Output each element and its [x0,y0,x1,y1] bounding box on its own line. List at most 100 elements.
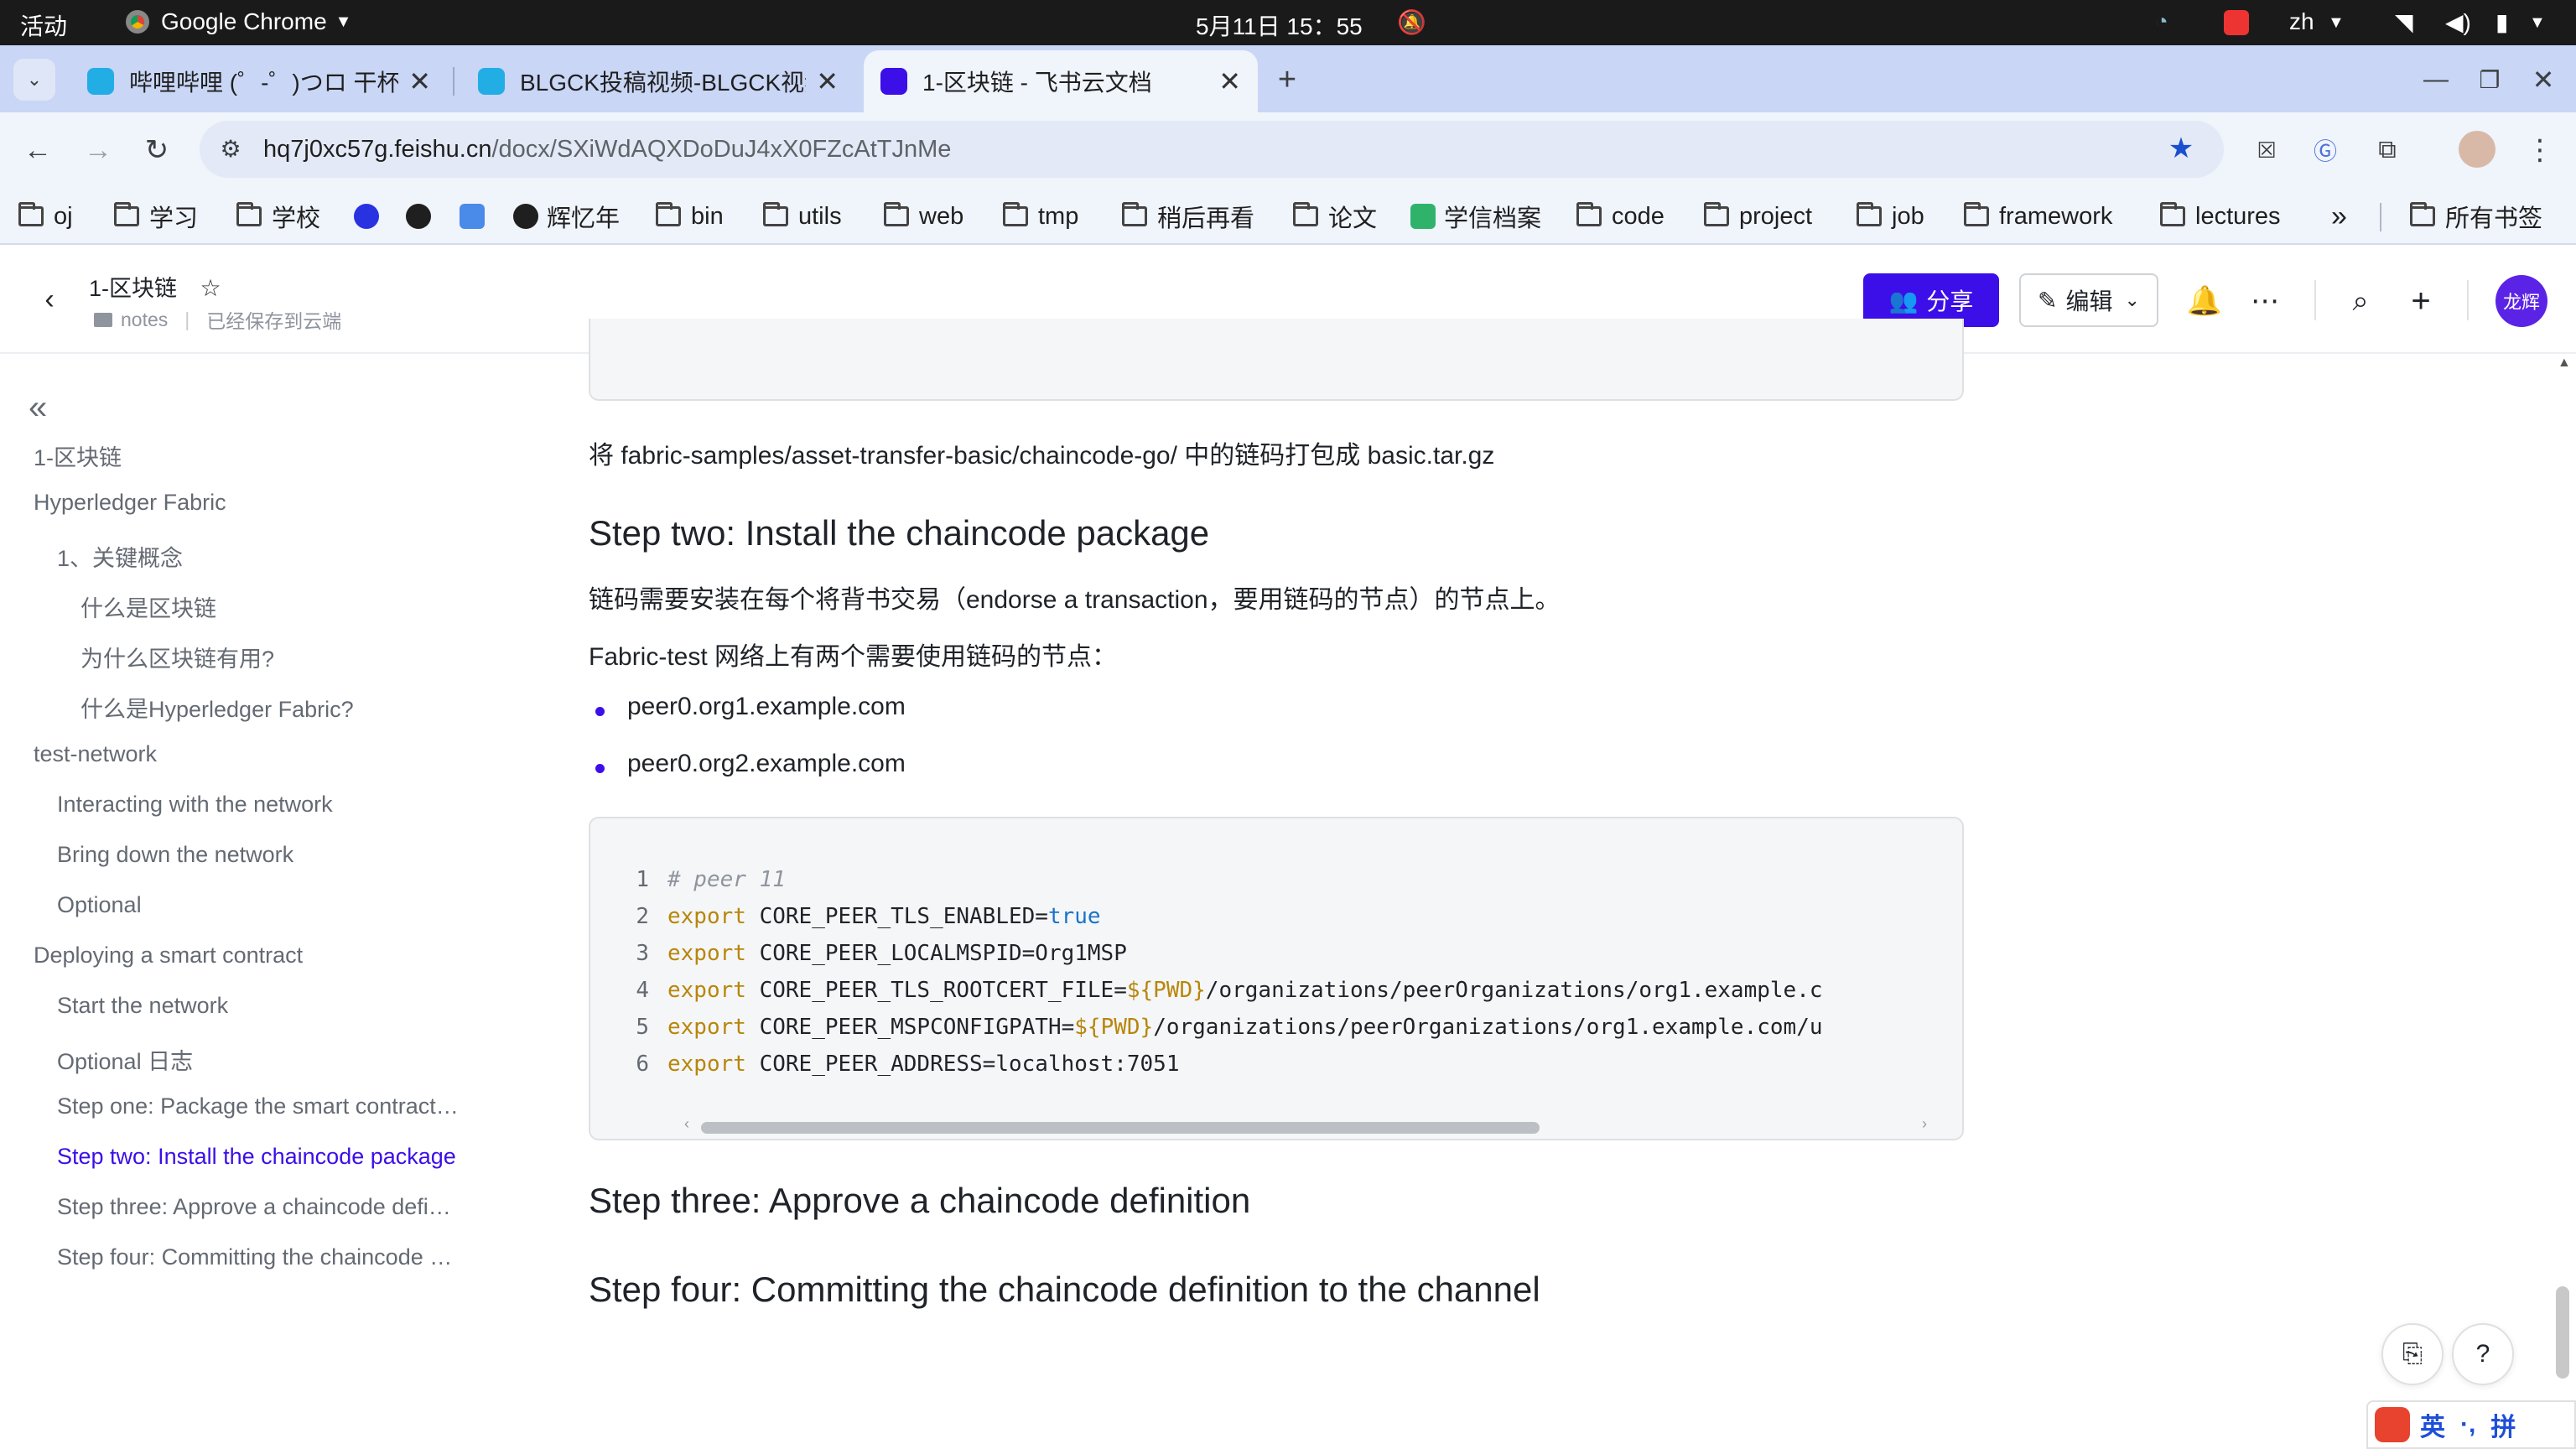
ime-lang[interactable]: 英 [2420,1406,2445,1443]
back-icon[interactable]: ← [18,131,57,169]
activities-button[interactable]: 活动 [20,8,67,42]
all-bookmarks-button[interactable]: 所有书签 [2410,200,2542,233]
outline-item[interactable]: Optional [57,892,493,918]
code-token: CORE_PEER_TLS_ENABLED= [745,904,1048,929]
bookmark-bin[interactable]: bin [656,200,724,233]
code-horizontal-scrollbar[interactable]: ‹ › [684,1115,1927,1134]
tab-feishu-doc[interactable]: 1-区块链 - 飞书云文档 ✕ [864,50,1258,112]
outline-item[interactable]: 1、关键概念 [57,540,493,573]
scroll-right-icon[interactable]: › [1922,1115,1927,1133]
translate-icon[interactable]: Ⓖ [2306,131,2345,169]
help-icon[interactable]: ? [2452,1323,2514,1385]
outline-item[interactable]: Interacting with the network [57,792,493,818]
scroll-left-icon[interactable]: ‹ [684,1115,689,1133]
forward-icon[interactable]: → [79,131,117,169]
back-icon[interactable]: ‹ [30,280,69,319]
close-icon[interactable]: ✕ [408,65,431,97]
restore-icon[interactable]: ❐ [2470,60,2509,99]
close-icon[interactable]: ✕ [1218,65,1241,97]
more-icon[interactable]: ⋯ [2246,282,2284,320]
ime-status-bar[interactable]: 英 ·, 拼 [2366,1400,2576,1449]
ime-punct[interactable]: ·, [2460,1410,2475,1439]
volume-icon[interactable]: ◀) [2445,8,2471,36]
minimize-icon[interactable]: — [2417,60,2455,99]
bookmark-framework[interactable]: framework [1964,200,2112,233]
scroll-up-icon[interactable]: ▲ [2558,356,2571,371]
outline-item[interactable]: 什么是Hyperledger Fabric? [80,691,491,724]
outline-item[interactable]: Start the network [57,993,493,1019]
outline-item[interactable]: Hyperledger Fabric [34,490,486,516]
outline-item[interactable]: 什么是区块链 [80,590,491,623]
bookmarks-overflow-button[interactable]: » [2331,200,2347,233]
bell-icon[interactable]: 🔔 [2185,282,2224,320]
code-block[interactable]: 1 # peer 11 2 export CORE_PEER_TLS_ENABLED=… [589,817,1964,1140]
address-bar[interactable]: ⚙ hq7j0xc57g.feishu.cn/docx/SXiWdAQXDoDu… [200,121,2224,178]
scrollbar-thumb[interactable] [2556,1286,2569,1379]
extensions-icon[interactable]: ⧉ [2368,131,2407,169]
outline-item[interactable]: Optional 日志 [57,1043,493,1076]
bookmark-project[interactable]: project [1704,200,1812,233]
tab-divider [453,67,454,96]
close-icon[interactable]: ✕ [816,65,839,97]
folder-icon [884,202,909,226]
outline-item[interactable]: Deploying a smart contract [34,943,486,969]
bookmark-translate[interactable] [460,200,493,233]
reload-icon[interactable]: ↻ [138,131,176,169]
bookmark-papers[interactable]: 论文 [1293,200,1377,233]
url-text: hq7j0xc57g.feishu.cn/docx/SXiWdAQXDoDuJ4… [263,136,951,164]
bookmark-code[interactable]: code [1576,200,1665,233]
outline-item[interactable]: Bring down the network [57,842,493,868]
new-tab-icon[interactable]: + [1268,60,1306,99]
doc-folder[interactable]: notes [121,309,168,331]
input-language[interactable]: zh [2289,8,2314,35]
bookmark-utils[interactable]: utils [763,200,842,233]
collapse-outline-icon[interactable]: « [29,389,47,427]
bookmark-job[interactable]: job [1857,200,1924,233]
bookmark-oj[interactable]: oj [18,200,73,233]
outline-item[interactable]: 为什么区块链有用? [80,641,491,673]
edit-mode-button[interactable]: ✎ 编辑 ⌄ [2019,273,2158,327]
search-icon[interactable]: ⌕ [2341,282,2380,320]
close-window-icon[interactable]: ✕ [2524,60,2563,99]
clock[interactable]: 5月11日 15：55 [1196,8,1363,42]
outline-item[interactable]: Step four: Committing the chaincode … [57,1244,493,1270]
tab-bilibili[interactable]: 哔哩哔哩 (゜-゜)つロ 干杯~ ✕ [70,50,448,112]
user-avatar[interactable]: 龙辉 [2496,275,2547,327]
star-icon[interactable]: ☆ [200,275,221,301]
profile-avatar[interactable] [2459,131,2496,168]
app-menu[interactable]: Google Chrome ▼ [126,8,351,35]
scrollbar-thumb[interactable] [701,1122,1540,1134]
ime-mode[interactable]: 拼 [2490,1406,2516,1443]
bookmark-study[interactable]: 学习 [114,200,198,233]
extension-x-icon[interactable]: ☒ [2247,131,2286,169]
bookmark-tmp[interactable]: tmp [1003,200,1078,233]
network-indicator-icon[interactable]: ◔ [2155,8,2168,34]
bookmark-star-icon[interactable]: ★ [2162,129,2200,168]
battery-icon[interactable]: ▮ [2496,8,2508,36]
sogou-tray-icon[interactable] [2224,10,2249,35]
folder-icon [2410,202,2435,226]
site-settings-icon[interactable]: ⚙ [211,129,250,168]
outline-item[interactable]: 1-区块链 [34,439,486,472]
outline-item[interactable]: Step three: Approve a chaincode defi… [57,1194,493,1220]
tab-blgck[interactable]: BLGCK投稿视频-BLGCK视频 ✕ [461,50,855,112]
page-vertical-scrollbar[interactable]: ▲ [2549,356,2576,1449]
outline-item-active[interactable]: Step two: Install the chaincode package [57,1144,493,1170]
menu-kebab-icon[interactable]: ⋮ [2521,131,2559,169]
bookmark-school[interactable]: 学校 [236,200,320,233]
tab-search-button[interactable]: ⌄ [13,59,55,101]
bookmark-notion[interactable]: 辉忆年 [513,200,620,233]
bookmark-read-later[interactable]: 稍后再看 [1122,200,1254,233]
wifi-icon[interactable]: ◥ [2395,8,2413,36]
doc-tools-icon[interactable]: ⎘ [2381,1323,2444,1385]
doc-title[interactable]: 1-区块链 ☆ [89,270,221,303]
add-icon[interactable]: + [2402,282,2440,320]
users-icon: 👥 [1888,287,1919,314]
bookmark-github[interactable] [406,200,439,233]
bookmark-xuexin[interactable]: 学信档案 [1410,200,1541,233]
bookmark-baidu[interactable] [354,200,387,233]
bookmark-lectures[interactable]: lectures [2160,200,2281,233]
outline-item[interactable]: test-network [34,741,486,767]
bookmark-web[interactable]: web [884,200,963,233]
outline-item[interactable]: Step one: Package the smart contract… [57,1093,493,1119]
